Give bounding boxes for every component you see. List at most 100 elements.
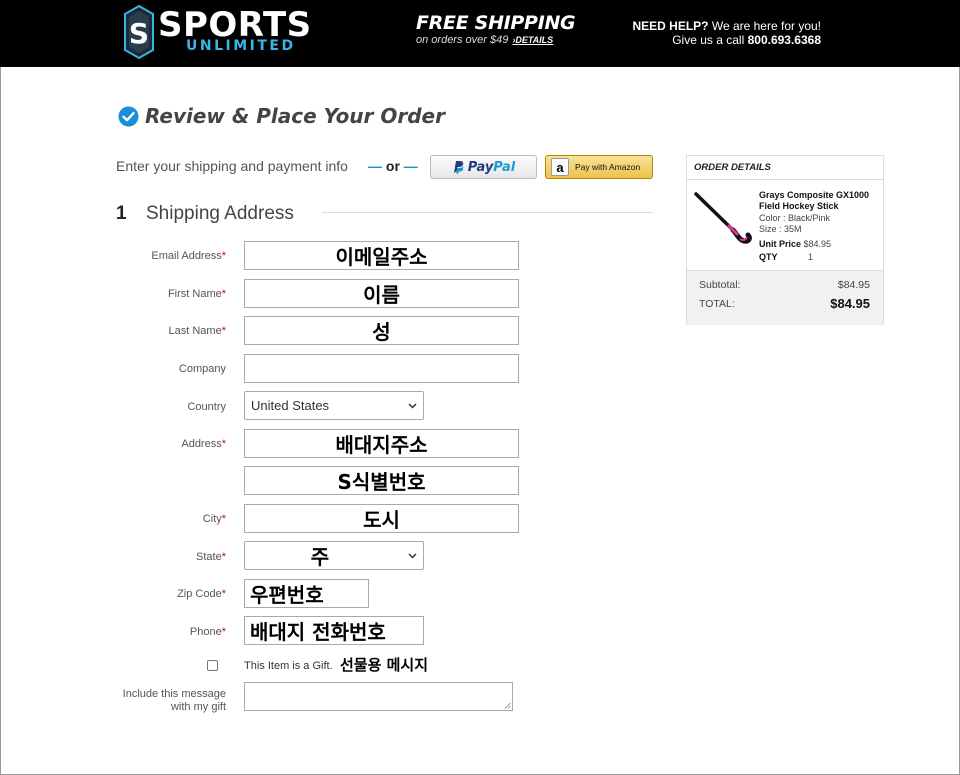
country-label: Country bbox=[187, 401, 226, 413]
phone-label-text: Phone bbox=[189, 626, 222, 638]
paypal-label: PayPal bbox=[468, 160, 515, 175]
zip-code-field[interactable]: 우편번호 bbox=[244, 579, 369, 608]
help-contact: NEED HELP? We are here for you! Give us … bbox=[632, 19, 821, 47]
unit-price-value: $84.95 bbox=[803, 239, 832, 249]
state-select[interactable]: 주 bbox=[244, 541, 424, 570]
order-item-unit-price: Unit Price $84.95 bbox=[759, 239, 831, 249]
address-line2-value: S식별번호 bbox=[337, 470, 426, 494]
free-shipping-title: FREE SHIPPING bbox=[416, 12, 576, 34]
free-shipping-threshold: on orders over $49 bbox=[416, 34, 509, 46]
or-separator: — or — bbox=[368, 158, 418, 174]
gift-message-textarea[interactable] bbox=[244, 682, 513, 711]
email-value: 이메일주소 bbox=[335, 245, 428, 269]
shipping-details-link[interactable]: ›DETAILS bbox=[512, 35, 553, 45]
city-label-text: City bbox=[202, 513, 222, 525]
state-selected-value: 주 bbox=[310, 545, 330, 569]
address-line1-value: 배대지주소 bbox=[335, 433, 428, 457]
address-label-text: Address bbox=[181, 438, 222, 450]
phone-value: 배대지 전화번호 bbox=[250, 620, 386, 644]
help-phone-number[interactable]: 800.693.6368 bbox=[748, 33, 821, 47]
section-title: Shipping Address bbox=[146, 203, 294, 224]
company-label: Company bbox=[178, 363, 226, 375]
address-label: Address* bbox=[181, 438, 226, 450]
order-item-size: Size : 35M bbox=[759, 224, 802, 234]
last-name-value: 성 bbox=[372, 320, 391, 344]
required-marker: * bbox=[221, 250, 226, 262]
payment-info-text: Enter your shipping and payment info bbox=[116, 158, 348, 174]
paypal-icon bbox=[453, 161, 464, 174]
help-line-1: NEED HELP? We are here for you! bbox=[632, 19, 821, 33]
logo-shield-icon: S bbox=[124, 5, 154, 59]
chevron-down-icon bbox=[408, 553, 417, 559]
total-label: TOTAL: bbox=[699, 298, 735, 310]
zip-code-value: 우편번호 bbox=[250, 583, 324, 607]
paypal-label-pal: Pal bbox=[493, 159, 516, 175]
address-line2-field[interactable]: S식별번호 bbox=[244, 466, 519, 495]
country-selected-value: United States bbox=[251, 398, 330, 413]
zip-code-label-text: Zip Code bbox=[177, 588, 222, 600]
section-divider bbox=[322, 212, 653, 213]
state-label: State* bbox=[196, 551, 226, 563]
required-marker: * bbox=[221, 288, 226, 300]
page-title: Review & Place Your Order bbox=[145, 104, 445, 128]
help-line-1-text: We are here for you! bbox=[708, 19, 821, 33]
need-help-label: NEED HELP? bbox=[632, 19, 709, 33]
last-name-label-text: Last Name bbox=[168, 325, 222, 337]
unit-price-label: Unit Price bbox=[759, 239, 802, 249]
paypal-button[interactable]: PayPal bbox=[430, 155, 537, 179]
required-marker: * bbox=[221, 626, 226, 638]
phone-field[interactable]: 배대지 전화번호 bbox=[244, 616, 424, 645]
gift-checkbox-label[interactable]: This Item is a Gift. bbox=[244, 660, 333, 672]
gift-message-label: Include this message with my gift bbox=[123, 688, 226, 714]
free-shipping-banner: FREE SHIPPING on orders over $49 ›DETAILS bbox=[416, 12, 576, 46]
order-details-heading: ORDER DETAILS bbox=[687, 156, 883, 180]
phone-label: Phone* bbox=[190, 626, 226, 638]
city-value: 도시 bbox=[363, 508, 400, 532]
last-name-label: Last Name* bbox=[169, 325, 226, 337]
logo-shield-letter: S bbox=[129, 17, 149, 50]
or-label: or bbox=[385, 158, 400, 174]
field-hockey-stick-image[interactable] bbox=[693, 188, 753, 244]
free-shipping-subtitle: on orders over $49 ›DETAILS bbox=[416, 34, 576, 46]
resize-grip-icon[interactable] bbox=[504, 702, 511, 709]
required-marker: * bbox=[221, 438, 226, 450]
gift-message-label-line2: with my gift bbox=[170, 701, 226, 713]
zip-code-label: Zip Code* bbox=[177, 588, 226, 600]
state-label-text: State bbox=[196, 551, 222, 563]
chevron-down-icon bbox=[408, 403, 417, 409]
email-field[interactable]: 이메일주소 bbox=[244, 241, 519, 270]
paypal-label-pay: Pay bbox=[467, 159, 494, 175]
required-marker: * bbox=[221, 551, 226, 563]
order-item-name[interactable]: Grays Composite GX1000 Field Hockey Stic… bbox=[759, 190, 881, 212]
amazon-icon: a bbox=[551, 158, 569, 176]
first-name-field[interactable]: 이름 bbox=[244, 279, 519, 308]
city-field[interactable]: 도시 bbox=[244, 504, 519, 533]
check-circle-icon bbox=[118, 106, 139, 127]
city-label: City* bbox=[203, 513, 226, 525]
first-name-label: First Name* bbox=[168, 288, 226, 300]
qty-value: 1 bbox=[808, 252, 814, 262]
order-item-color: Color : Black/Pink bbox=[759, 213, 831, 223]
site-header: S SPORTS UNLIMITED FREE SHIPPING on orde… bbox=[0, 0, 960, 67]
required-marker: * bbox=[221, 513, 226, 525]
amazon-pay-label: Pay with Amazon bbox=[575, 162, 641, 172]
order-item-qty: QTY bbox=[759, 252, 778, 262]
pay-with-amazon-button[interactable]: a Pay with Amazon bbox=[545, 155, 653, 179]
logo-word-unlimited: UNLIMITED bbox=[186, 38, 296, 54]
subtotal-label: Subtotal: bbox=[699, 279, 741, 291]
order-details-panel: ORDER DETAILS Grays Composite GX1000 Fie… bbox=[686, 155, 884, 325]
country-select[interactable]: United States bbox=[244, 391, 424, 420]
company-value bbox=[245, 355, 518, 382]
help-line-2: Give us a call 800.693.6368 bbox=[632, 33, 821, 47]
email-label-text: Email Address bbox=[151, 250, 222, 262]
gift-message-note: 선물용 메시지 bbox=[340, 656, 429, 674]
address-line1-field[interactable]: 배대지주소 bbox=[244, 429, 519, 458]
subtotal-value: $84.95 bbox=[837, 279, 870, 291]
help-line-2-text: Give us a call bbox=[672, 33, 748, 47]
required-marker: * bbox=[221, 588, 226, 600]
gift-message-label-line1: Include this message bbox=[122, 688, 226, 700]
last-name-field[interactable]: 성 bbox=[244, 316, 519, 345]
section-number: 1 bbox=[116, 203, 127, 224]
gift-checkbox[interactable] bbox=[207, 660, 218, 671]
company-field[interactable] bbox=[244, 354, 519, 383]
